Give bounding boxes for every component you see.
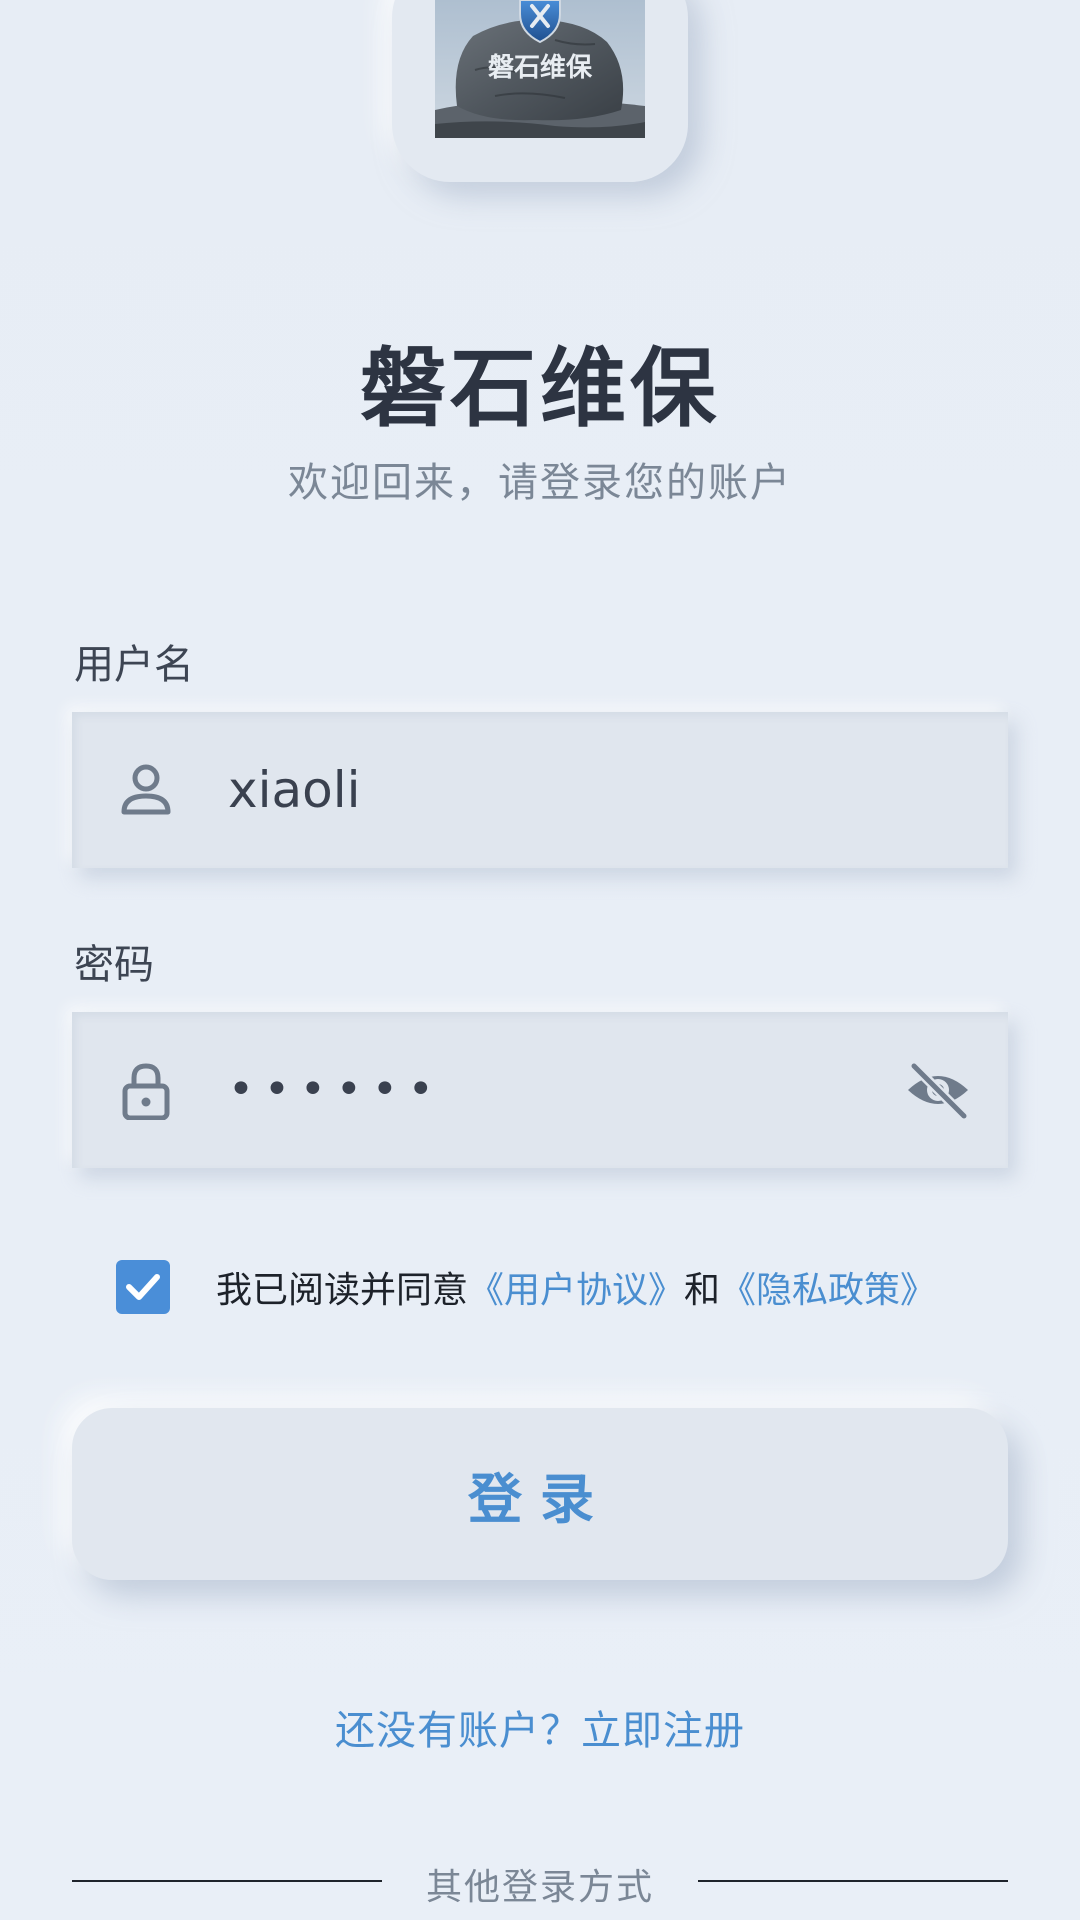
register-link[interactable]: 还没有账户？立即注册 [0,1698,1080,1756]
username-label: 用户名 [74,642,194,688]
eye-off-icon[interactable] [904,1058,972,1122]
agreement-row: 我已阅读并同意《用户协议》和《隐私政策》 [116,1258,936,1316]
check-icon [126,1274,160,1300]
username-input[interactable] [228,712,868,868]
user-agreement-link[interactable]: 《用户协议》 [468,1270,684,1311]
page-subtitle: 欢迎回来，请登录您的账户 [288,460,792,506]
rock-logo-image: 磐石维保 [435,0,645,138]
username-field[interactable] [72,712,1008,868]
password-input[interactable]: •••••• [228,1012,868,1168]
password-field[interactable]: •••••• [72,1012,1008,1168]
app-logo: 磐石维保 [435,0,645,138]
lock-icon [122,1063,170,1120]
agreement-text: 我已阅读并同意《用户协议》和《隐私政策》 [216,1261,936,1313]
agreement-checkbox[interactable] [116,1260,170,1314]
agreement-conjunction: 和 [684,1270,721,1311]
logo-text: 磐石维保 [488,52,593,83]
page-title: 磐石维保 [360,339,720,439]
login-page: 磐石维保 磐石维保 欢迎回来，请登录您的账户 用户名 密码 •••••• [0,0,1080,1920]
other-login-label: 其他登录方式 [425,1867,654,1908]
logo-card: 磐石维保 [392,0,688,182]
agreement-prefix: 我已阅读并同意 [216,1270,469,1311]
password-label: 密码 [74,942,154,988]
user-icon [121,764,171,815]
privacy-policy-link[interactable]: 《隐私政策》 [720,1270,936,1311]
login-button[interactable]: 登录 [72,1408,1008,1580]
